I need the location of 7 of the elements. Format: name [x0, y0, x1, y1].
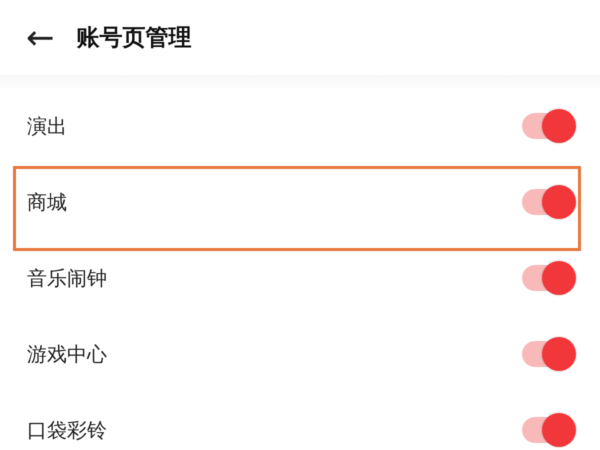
setting-label: 演出 — [27, 112, 67, 140]
setting-label: 游戏中心 — [27, 340, 107, 368]
setting-label: 口袋彩铃 — [27, 416, 107, 444]
setting-label: 音乐闹钟 — [27, 264, 107, 292]
back-button[interactable]: ← — [26, 20, 54, 54]
setting-label: 商城 — [27, 188, 67, 216]
page-title: 账号页管理 — [76, 24, 192, 53]
